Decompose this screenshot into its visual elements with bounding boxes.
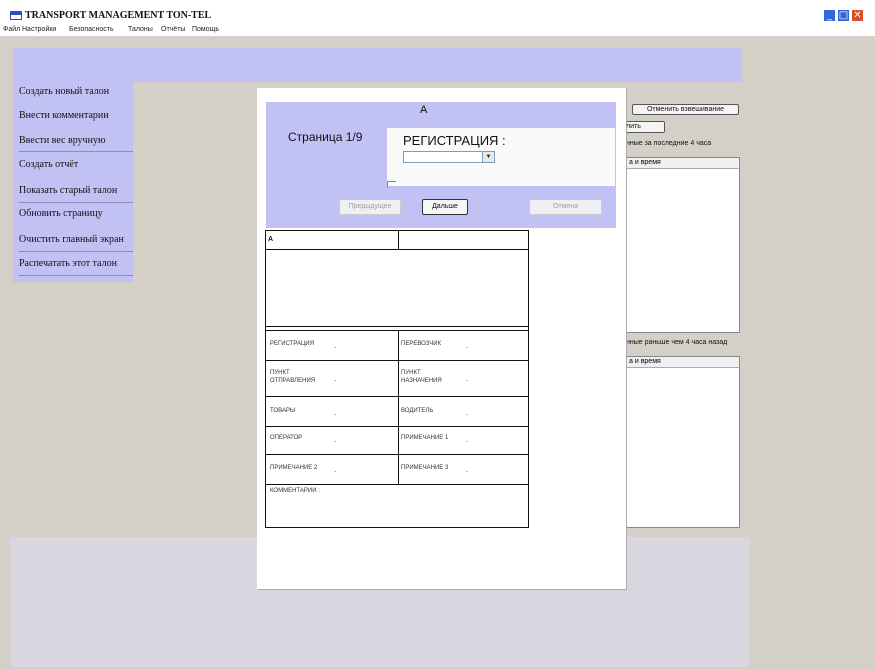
recent-data-list[interactable]: а и время	[626, 157, 740, 333]
sidebar: Создать новый талон Внести комментарии В…	[13, 82, 133, 282]
field-note-1: ПРИМЕЧАНИЕ 1	[401, 435, 449, 441]
recent-col-datetime[interactable]: а и время	[629, 159, 661, 166]
menu-reports[interactable]: Отчёты	[161, 24, 185, 36]
field-separator: .	[466, 465, 469, 474]
field-departure: ПУНКТ ОТПРАВЛЕНИЯ	[270, 370, 316, 384]
field-note-2: ПРИМЕЧАНИЕ 2	[270, 465, 318, 471]
cancel-weighing-button[interactable]: Отменить взвешивание	[632, 104, 739, 115]
older-col-datetime[interactable]: а и время	[629, 358, 661, 365]
chevron-down-icon[interactable]: ▼	[482, 152, 494, 162]
older-data-label: нные раньше чем 4 часа назад	[626, 339, 728, 346]
menu-file[interactable]: Файл	[3, 24, 20, 36]
sidebar-divider	[19, 275, 133, 276]
recent-data-label: нные за последние 4 часа	[626, 140, 712, 147]
previous-button[interactable]: Предыдущее	[339, 199, 401, 215]
registration-label: РЕГИСТРАЦИЯ :	[403, 133, 506, 148]
ticket-line	[266, 249, 528, 250]
field-goods: ТОВАРЫ	[270, 408, 296, 414]
minimize-button[interactable]: _	[823, 9, 836, 22]
ticket-line	[266, 454, 528, 455]
close-button[interactable]: ✕	[851, 9, 864, 22]
field-carrier: ПЕРЕВОЗЧИК	[401, 341, 442, 347]
field-separator: .	[334, 341, 337, 350]
hint-corner	[387, 181, 396, 188]
field-separator: .	[334, 435, 337, 444]
sidebar-item-clear-screen[interactable]: Очистить главный экран	[19, 234, 124, 245]
field-driver: ВОДИТЕЛЬ	[401, 408, 434, 414]
ticket-line	[398, 330, 399, 484]
next-button[interactable]: Дальше	[422, 199, 468, 215]
field-separator: .	[466, 408, 469, 417]
ticket-line	[266, 396, 528, 397]
field-separator: .	[466, 374, 469, 383]
ticket-line	[266, 330, 528, 331]
ticket-line	[266, 326, 528, 327]
menu-tickets[interactable]: Талоны	[128, 24, 153, 36]
page-indicator: Страница 1/9	[288, 130, 363, 144]
registration-select[interactable]: ▼	[403, 151, 495, 163]
sidebar-item-show-old-ticket[interactable]: Показать старый талон	[19, 185, 117, 196]
field-destination: ПУНКТ НАЗНАЧЕНИЯ	[401, 370, 442, 384]
field-separator: .	[334, 465, 337, 474]
sidebar-item-new-ticket[interactable]: Создать новый талон	[19, 86, 109, 97]
wizard-title: А	[420, 104, 428, 116]
field-registration: РЕГИСТРАЦИЯ	[270, 341, 315, 347]
menu-security[interactable]: Безопасность	[69, 24, 114, 36]
recent-data-header: а и время	[627, 158, 739, 169]
sidebar-item-add-comments[interactable]: Внести комментарии	[19, 110, 109, 121]
cancel-button[interactable]: Отмена	[529, 199, 602, 215]
field-separator: .	[334, 374, 337, 383]
field-separator: .	[466, 341, 469, 350]
ticket-line	[266, 360, 528, 361]
sidebar-divider	[19, 251, 133, 252]
sidebar-item-manual-weight[interactable]: Ввести вес вручную	[19, 135, 105, 146]
sidebar-divider	[19, 202, 133, 203]
ticket-line	[266, 484, 528, 485]
menu-settings[interactable]: Настройки	[22, 24, 56, 36]
ticket-line	[266, 426, 528, 427]
ticket-line	[398, 231, 399, 249]
sidebar-item-print-ticket[interactable]: Распечатать этот талон	[19, 258, 117, 269]
field-note-3: ПРИМЕЧАНИЕ 3	[401, 465, 449, 471]
top-band	[13, 48, 742, 82]
menu-help[interactable]: Помощь	[192, 24, 219, 36]
field-operator: ОПЕРАТОР	[270, 435, 303, 441]
maximize-button[interactable]: □	[837, 9, 850, 22]
field-comments: КОММЕНТАРИИ :	[270, 488, 320, 494]
top-banner-strip	[0, 0, 875, 8]
field-separator: .	[466, 435, 469, 444]
older-data-header: а и время	[627, 357, 739, 368]
app-window-icon	[10, 11, 22, 20]
menu-bar: Файл Настройки Безопасность Талоны Отчёт…	[0, 24, 875, 36]
field-separator: .	[334, 408, 337, 417]
sidebar-item-refresh-page[interactable]: Обновить страницу	[19, 208, 103, 219]
sidebar-item-create-report[interactable]: Создать отчёт	[19, 159, 78, 170]
sidebar-divider	[19, 151, 133, 152]
ticket-header-left: А	[268, 236, 274, 243]
window-title: TRANSPORT MANAGEMENT TON-TEL	[25, 10, 212, 21]
ticket-preview: А РЕГИСТРАЦИЯ . ПЕРЕВОЗЧИК . ПУНКТ ОТПРА…	[265, 230, 529, 528]
older-data-list[interactable]: а и время	[626, 356, 740, 528]
